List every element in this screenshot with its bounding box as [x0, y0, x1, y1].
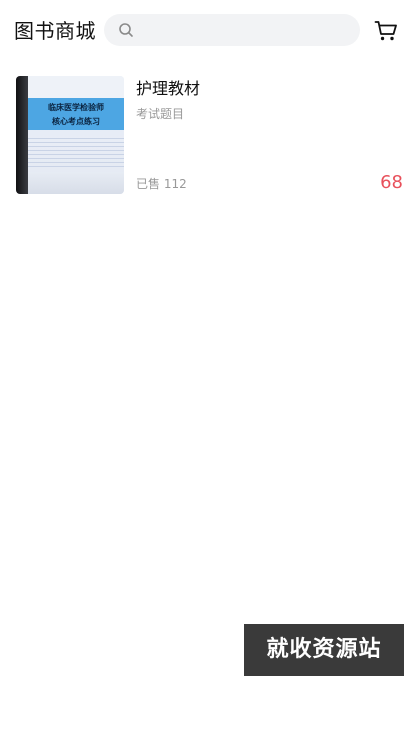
- cover-stripes: [28, 138, 124, 170]
- cover-title-line2: 核心考点练习: [52, 116, 100, 126]
- product-price: 68: [380, 172, 403, 193]
- cover-bottom: [28, 172, 124, 194]
- cover-title-line1: 临床医学检验师: [48, 102, 104, 112]
- watermark-logo: 就收资源站: [244, 624, 404, 676]
- product-category: 考试题目: [136, 107, 185, 121]
- search-input[interactable]: [144, 14, 348, 48]
- cart-icon[interactable]: [374, 20, 398, 42]
- top-bar: 图书商城: [0, 0, 420, 62]
- sold-count: 已售 112: [136, 177, 187, 191]
- search-bar[interactable]: [104, 14, 360, 48]
- book-cover-image[interactable]: 临床医学检验师 核心考点练习: [16, 76, 124, 194]
- cover-spine-shadow: [16, 76, 28, 194]
- product-title[interactable]: 护理教材: [136, 78, 200, 100]
- cover-top: [28, 76, 124, 98]
- cover-title: 临床医学检验师 核心考点练习: [30, 100, 122, 128]
- page-title: 图书商城: [14, 19, 96, 43]
- product-card[interactable]: 临床医学检验师 核心考点练习 护理教材 考试题目 已售 112 68: [16, 76, 406, 196]
- search-icon: [119, 23, 133, 37]
